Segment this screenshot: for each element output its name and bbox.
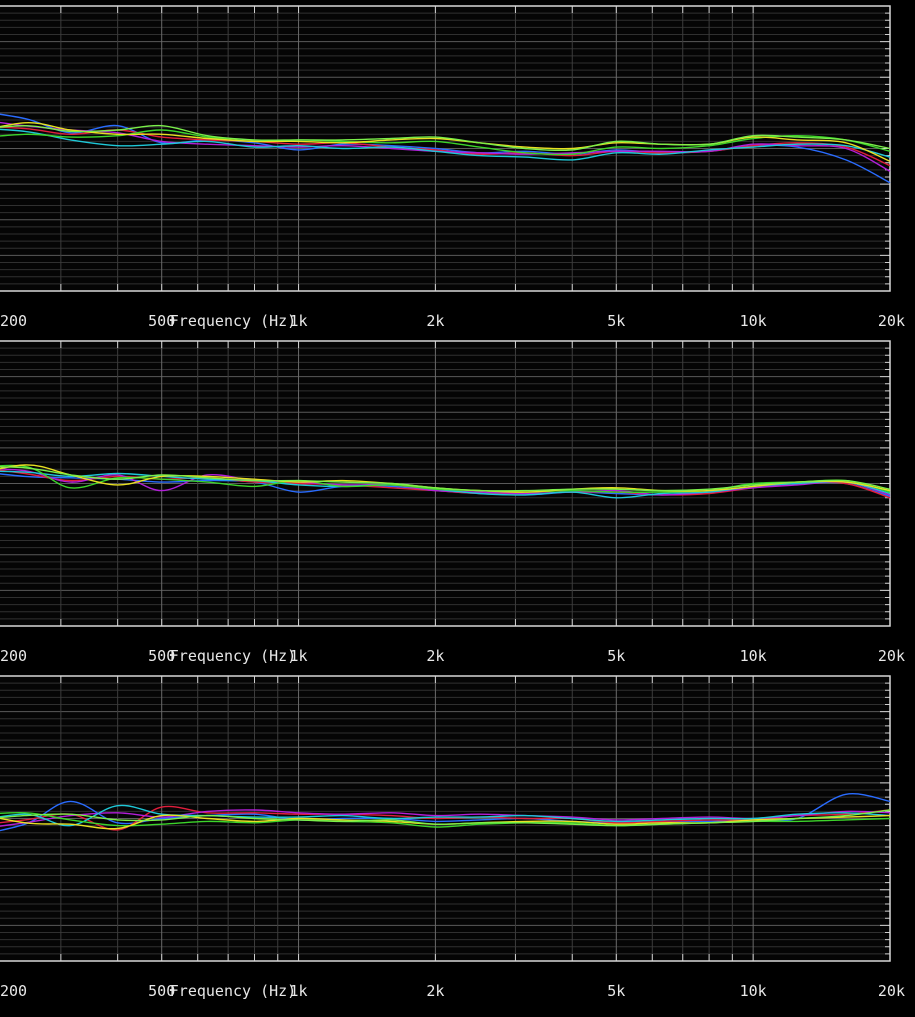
x-tick-label: 10k <box>740 982 767 1000</box>
x-tick-labels: 200 500 1k 2k 5k 10k 20k <box>0 312 905 330</box>
x-axis-label: Frequency (Hz) <box>170 312 296 330</box>
frequency-response-chart-3: 200 500 1k 2k 5k 10k 20kFrequency (Hz) <box>0 675 905 1000</box>
x-tick-label: 20k <box>878 647 905 665</box>
x-axis-label: Frequency (Hz) <box>170 647 296 665</box>
x-axis-label: Frequency (Hz) <box>170 982 296 1000</box>
x-tick-label: 5k <box>607 982 625 1000</box>
x-tick-label: 20k <box>878 982 905 1000</box>
frequency-response-chart-1: 200 500 1k 2k 5k 10k 20kFrequency (Hz) <box>0 5 905 330</box>
chart-canvas: 200 500 1k 2k 5k 10k 20kFrequency (Hz)200 500 1k… <box>0 5 905 1000</box>
x-tick-label: 2k <box>426 312 444 330</box>
x-tick-label: 200 <box>0 647 27 665</box>
x-tick-label: 200 <box>0 982 27 1000</box>
x-tick-label: 10k <box>740 312 767 330</box>
x-tick-label: 2k <box>426 647 444 665</box>
x-tick-label: 10k <box>740 647 767 665</box>
x-tick-label: 20k <box>878 312 905 330</box>
x-tick-labels: 200 500 1k 2k 5k 10k 20k <box>0 982 905 1000</box>
x-tick-labels: 200 500 1k 2k 5k 10k 20k <box>0 647 905 665</box>
x-tick-label: 5k <box>607 647 625 665</box>
x-tick-label: 5k <box>607 312 625 330</box>
x-tick-label: 2k <box>426 982 444 1000</box>
frequency-response-chart-2: 200 500 1k 2k 5k 10k 20kFrequency (Hz) <box>0 340 905 665</box>
x-tick-label: 200 <box>0 312 27 330</box>
